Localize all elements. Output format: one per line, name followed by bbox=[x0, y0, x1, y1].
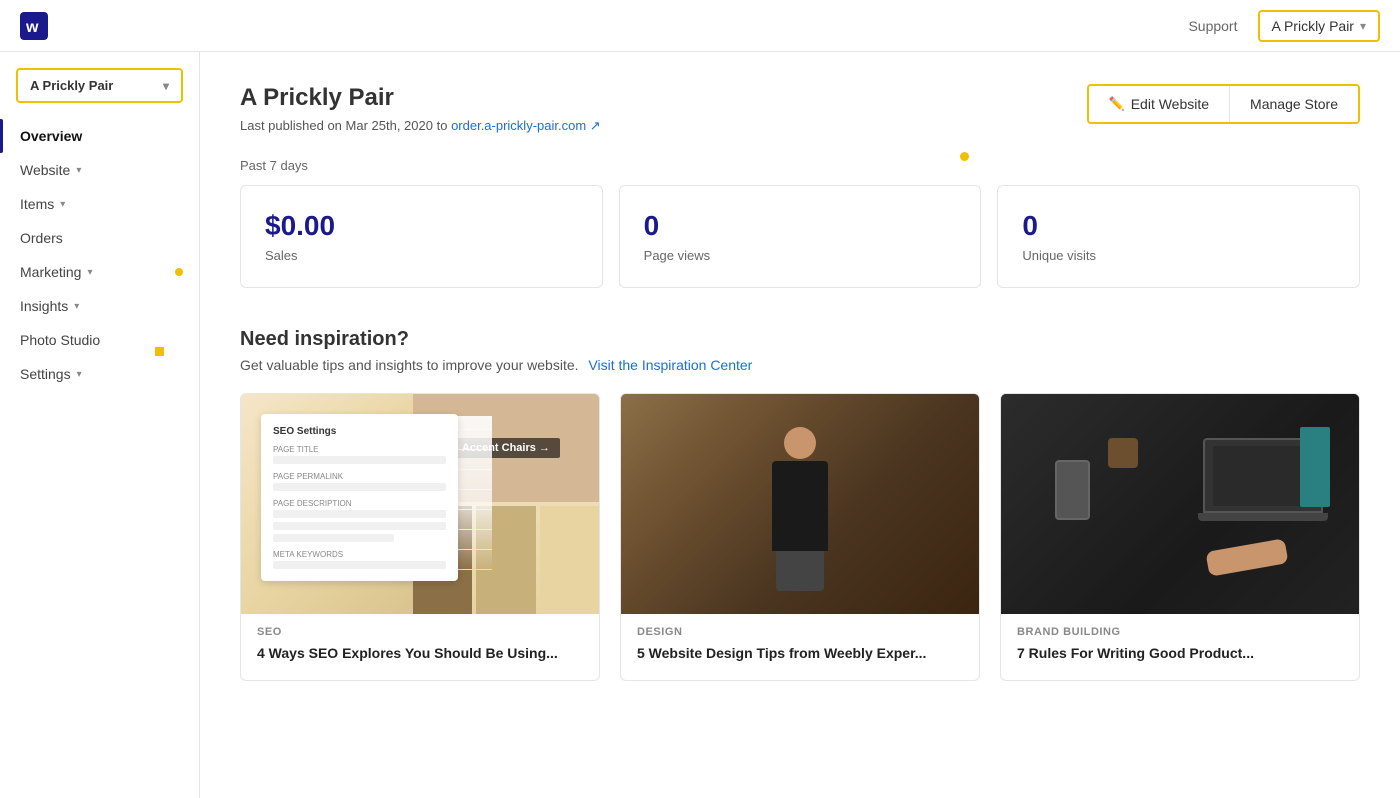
sidebar-item-photo-studio[interactable]: Photo Studio bbox=[0, 323, 199, 357]
sidebar-item-photo-studio-label: Photo Studio bbox=[20, 332, 100, 348]
article-card-seo-image: SEO Settings PAGE TITLE PAGE PERMALINK P… bbox=[241, 394, 599, 614]
article-card-brand-category: BRAND BUILDING bbox=[1017, 626, 1343, 638]
article-card-design: DESIGN 5 Website Design Tips from Weebly… bbox=[620, 393, 980, 681]
article-card-seo-category: SEO bbox=[257, 626, 583, 638]
stat-label-sales: Sales bbox=[265, 248, 578, 263]
edit-website-label: Edit Website bbox=[1131, 96, 1209, 112]
article-card-seo-title: 4 Ways SEO Explores You Should Be Using.… bbox=[257, 644, 583, 664]
articles-grid: SEO Settings PAGE TITLE PAGE PERMALINK P… bbox=[240, 393, 1360, 681]
sidebar-chevron-icon: ▾ bbox=[163, 79, 169, 93]
article-card-brand-image bbox=[1001, 394, 1359, 614]
top-nav: w Support A Prickly Pair ▾ bbox=[0, 0, 1400, 52]
sidebar-item-website[interactable]: Website ▾ bbox=[0, 153, 199, 187]
sidebar-item-items-label: Items bbox=[20, 196, 54, 212]
site-url-link[interactable]: order.a-prickly-pair.com bbox=[451, 118, 586, 133]
article-card-design-title: 5 Website Design Tips from Weebly Exper.… bbox=[637, 644, 963, 664]
stat-value-unique-visits: 0 bbox=[1022, 210, 1335, 242]
top-nav-chevron-icon: ▾ bbox=[1360, 19, 1366, 33]
sidebar-item-marketing-chevron: ▾ bbox=[87, 267, 92, 278]
article-card-design-category: DESIGN bbox=[637, 626, 963, 638]
stats-section: Past 7 days $0.00 Sales 0 Page views 0 U… bbox=[240, 158, 1360, 288]
inspiration-subtitle-text: Get valuable tips and insights to improv… bbox=[240, 357, 579, 373]
sidebar-nav: Overview Website ▾ Items ▾ Orders Market… bbox=[0, 119, 199, 391]
sidebar-item-overview[interactable]: Overview bbox=[0, 119, 199, 153]
marketing-dot-indicator bbox=[175, 268, 183, 276]
inspiration-cta-link[interactable]: Visit the Inspiration Center bbox=[588, 357, 752, 373]
marketing-yellow-dot bbox=[155, 347, 164, 356]
article-card-brand-body: BRAND BUILDING 7 Rules For Writing Good … bbox=[1001, 614, 1359, 680]
inspiration-title: Need inspiration? bbox=[240, 328, 1360, 351]
page-header-actions: ✏️ Edit Website Manage Store bbox=[1087, 84, 1360, 124]
sidebar-item-insights-chevron: ▾ bbox=[74, 301, 79, 312]
inspiration-section: Need inspiration? Get valuable tips and … bbox=[240, 328, 1360, 681]
sidebar-item-items[interactable]: Items ▾ bbox=[0, 187, 199, 221]
sidebar-item-insights-label: Insights bbox=[20, 298, 68, 314]
stat-label-unique-visits: Unique visits bbox=[1022, 248, 1335, 263]
sidebar-item-insights[interactable]: Insights ▾ bbox=[0, 289, 199, 323]
sidebar-item-items-chevron: ▾ bbox=[60, 199, 65, 210]
sidebar-item-orders-label: Orders bbox=[20, 230, 63, 246]
header-yellow-dot bbox=[960, 152, 969, 161]
article-card-seo-body: SEO 4 Ways SEO Explores You Should Be Us… bbox=[241, 614, 599, 680]
edit-website-button[interactable]: ✏️ Edit Website bbox=[1089, 86, 1231, 122]
sidebar-item-orders[interactable]: Orders bbox=[0, 221, 199, 255]
article-card-brand: BRAND BUILDING 7 Rules For Writing Good … bbox=[1000, 393, 1360, 681]
main-content: A Prickly Pair Last published on Mar 25t… bbox=[200, 52, 1400, 798]
article-card-design-body: DESIGN 5 Website Design Tips from Weebly… bbox=[621, 614, 979, 680]
svg-text:w: w bbox=[25, 19, 39, 36]
stat-value-sales: $0.00 bbox=[265, 210, 578, 242]
edit-icon: ✏️ bbox=[1109, 96, 1125, 112]
top-nav-right: Support A Prickly Pair ▾ bbox=[1188, 10, 1380, 42]
sidebar-item-marketing-label: Marketing bbox=[20, 264, 81, 280]
article-card-seo: SEO Settings PAGE TITLE PAGE PERMALINK P… bbox=[240, 393, 600, 681]
stat-label-pageviews: Page views bbox=[644, 248, 957, 263]
stat-card-pageviews: 0 Page views bbox=[619, 185, 982, 288]
manage-store-button[interactable]: Manage Store bbox=[1230, 86, 1358, 122]
sidebar-item-settings-label: Settings bbox=[20, 366, 71, 382]
top-nav-store-selector[interactable]: A Prickly Pair ▾ bbox=[1258, 10, 1381, 42]
top-nav-store-name: A Prickly Pair bbox=[1272, 18, 1354, 34]
sidebar-item-settings[interactable]: Settings ▾ bbox=[0, 357, 199, 391]
page-subtitle: Last published on Mar 25th, 2020 to orde… bbox=[240, 118, 601, 134]
stats-period: Past 7 days bbox=[240, 158, 1360, 173]
manage-store-label: Manage Store bbox=[1250, 96, 1338, 112]
page-title: A Prickly Pair bbox=[240, 84, 601, 112]
sidebar-item-overview-label: Overview bbox=[20, 128, 82, 144]
article-card-brand-title: 7 Rules For Writing Good Product... bbox=[1017, 644, 1343, 664]
weebly-logo: w bbox=[20, 12, 48, 40]
sidebar-store-name: A Prickly Pair bbox=[30, 78, 113, 93]
sidebar: A Prickly Pair ▾ Overview Website ▾ Item… bbox=[0, 52, 200, 798]
sidebar-item-website-label: Website bbox=[20, 162, 70, 178]
external-link-icon: ↗ bbox=[590, 118, 601, 133]
page-header: A Prickly Pair Last published on Mar 25t… bbox=[240, 84, 1360, 134]
sidebar-store-selector[interactable]: A Prickly Pair ▾ bbox=[16, 68, 183, 103]
last-published-text: Last published on Mar 25th, 2020 to bbox=[240, 118, 447, 133]
sidebar-item-settings-chevron: ▾ bbox=[77, 369, 82, 380]
inspiration-subtitle: Get valuable tips and insights to improv… bbox=[240, 357, 1360, 373]
support-link[interactable]: Support bbox=[1188, 18, 1237, 34]
sidebar-item-website-chevron: ▾ bbox=[76, 165, 81, 176]
article-card-design-image bbox=[621, 394, 979, 614]
stat-card-unique-visits: 0 Unique visits bbox=[997, 185, 1360, 288]
stat-card-sales: $0.00 Sales bbox=[240, 185, 603, 288]
sidebar-item-marketing[interactable]: Marketing ▾ bbox=[0, 255, 199, 289]
app-layout: A Prickly Pair ▾ Overview Website ▾ Item… bbox=[0, 52, 1400, 798]
stats-grid: $0.00 Sales 0 Page views 0 Unique visits bbox=[240, 185, 1360, 288]
page-header-left: A Prickly Pair Last published on Mar 25t… bbox=[240, 84, 601, 134]
stat-value-pageviews: 0 bbox=[644, 210, 957, 242]
